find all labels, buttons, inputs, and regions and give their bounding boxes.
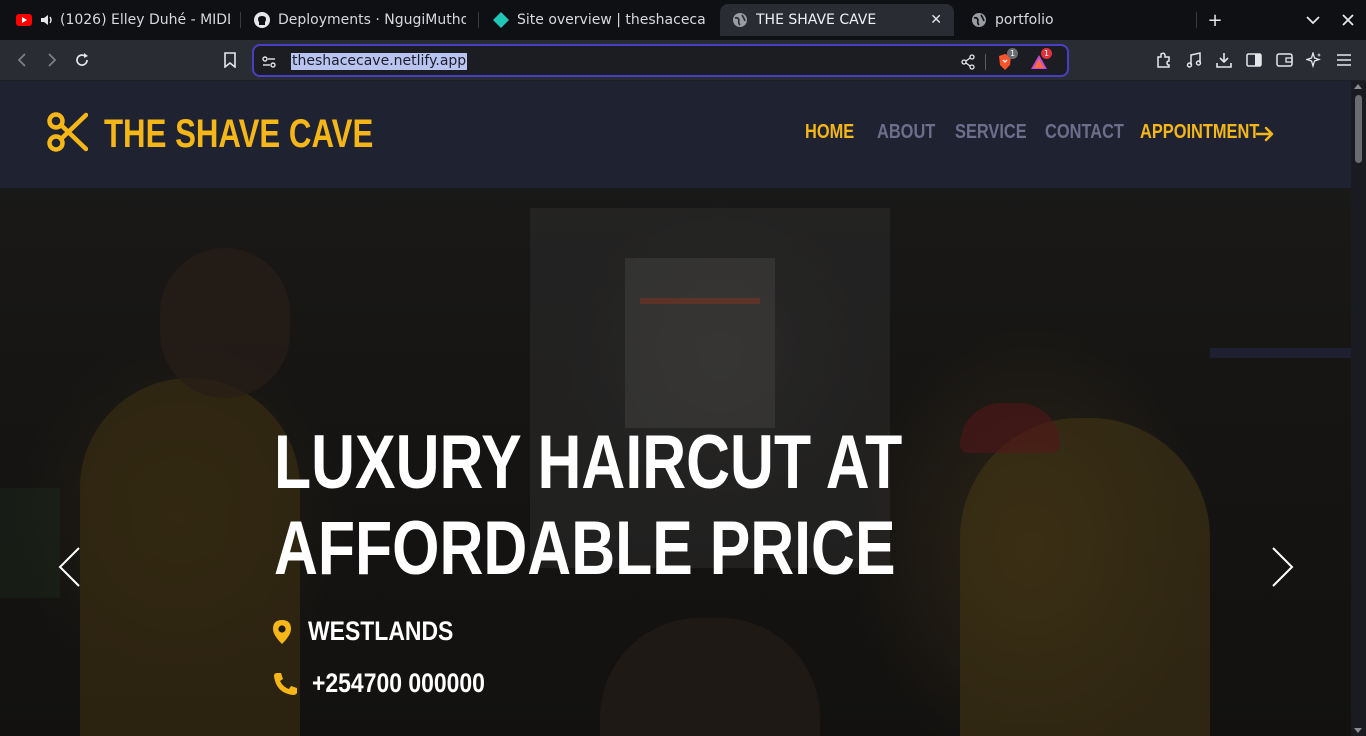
nav-service[interactable]: SERVICE — [955, 121, 1027, 144]
phone-row: +254700 000000 — [272, 668, 515, 699]
tab-the-shave-cave[interactable]: THE SHAVE CAVE ✕ — [720, 4, 954, 36]
hero-headline-line1: LUXURY HAIRCUT AT — [274, 420, 903, 505]
extensions-icon[interactable] — [1152, 48, 1176, 72]
site-settings-icon[interactable] — [260, 53, 278, 71]
nav-appointment[interactable]: APPOINTMENT — [1140, 121, 1259, 144]
address-bar[interactable]: theshacecave.netlify.app 1 1 — [252, 44, 1069, 77]
nav-about[interactable]: ABOUT — [877, 121, 935, 144]
location-row: WESTLANDS — [272, 616, 479, 647]
chevron-left-icon — [57, 546, 81, 592]
menu-hamburger-icon[interactable] — [1332, 48, 1356, 72]
phone-text: +254700 000000 — [312, 668, 485, 698]
hero-headline-line2: AFFORDABLE PRICE — [274, 506, 896, 591]
rewards-count-badge: 1 — [1041, 48, 1052, 59]
scrollbar-thumb[interactable] — [1355, 95, 1362, 163]
tab-label: (1026) Elley Duhé - MIDD — [60, 12, 230, 28]
new-tab-button[interactable]: + — [1203, 8, 1227, 32]
wallet-icon[interactable] — [1272, 48, 1296, 72]
tab-label: Site overview | theshacecave — [517, 12, 705, 28]
main-nav: HOME ABOUT SERVICE CONTACT APPOINTMENT — [0, 121, 1351, 151]
close-window-icon[interactable] — [1336, 8, 1360, 32]
nav-home[interactable]: HOME — [805, 121, 854, 144]
reload-icon[interactable] — [70, 48, 94, 72]
tab-netlify[interactable]: Site overview | theshacecave — [481, 4, 717, 36]
tab-strip: (1026) Elley Duhé - MIDD Deployments · N… — [0, 0, 1366, 40]
github-icon — [254, 12, 270, 28]
site-navbar: THE SHAVE CAVE HOME ABOUT SERVICE CONTAC… — [0, 81, 1351, 188]
arrow-right-icon[interactable] — [1255, 126, 1274, 146]
web-page: THE SHAVE CAVE HOME ABOUT SERVICE CONTAC… — [0, 81, 1351, 736]
scroll-down-icon[interactable] — [1354, 728, 1362, 733]
tab-github[interactable]: Deployments · NgugiMuthon — [242, 4, 478, 36]
shields-count-badge: 1 — [1007, 48, 1018, 59]
media-music-icon[interactable] — [1182, 48, 1206, 72]
nav-contact[interactable]: CONTACT — [1045, 121, 1124, 144]
back-icon[interactable] — [10, 48, 34, 72]
browser-toolbar: theshacecave.netlify.app 1 1 — [0, 40, 1366, 81]
tab-search-chevron-icon[interactable] — [1301, 8, 1325, 32]
share-icon[interactable] — [959, 53, 977, 71]
chevron-right-icon — [1271, 546, 1295, 592]
netlify-icon — [493, 12, 509, 28]
carousel-next-button[interactable] — [1268, 546, 1298, 592]
download-icon[interactable] — [1212, 48, 1236, 72]
leo-ai-icon[interactable] — [1302, 48, 1326, 72]
url-text[interactable]: theshacecave.netlify.app — [291, 53, 468, 70]
scroll-up-icon[interactable] — [1354, 84, 1362, 89]
globe-icon — [732, 12, 748, 28]
sidebar-toggle-icon[interactable] — [1242, 48, 1266, 72]
youtube-icon — [16, 12, 32, 28]
forward-icon[interactable] — [40, 48, 64, 72]
hero-carousel: LUXURY HAIRCUT AT AFFORDABLE PRICE WESTL… — [0, 188, 1351, 736]
speaker-icon[interactable] — [40, 12, 54, 28]
location-text: WESTLANDS — [308, 616, 454, 646]
page-scrollbar[interactable] — [1351, 81, 1366, 736]
tab-label: THE SHAVE CAVE — [756, 12, 877, 28]
map-pin-icon — [272, 619, 294, 645]
globe-icon — [971, 12, 987, 28]
bookmark-icon[interactable] — [218, 48, 242, 72]
phone-icon — [272, 672, 298, 696]
carousel-prev-button[interactable] — [54, 546, 84, 592]
tab-youtube[interactable]: (1026) Elley Duhé - MIDD — [4, 4, 242, 36]
tab-portfolio[interactable]: portfolio — [959, 4, 1195, 36]
close-tab-icon[interactable]: ✕ — [922, 12, 942, 28]
hero-headline: LUXURY HAIRCUT AT AFFORDABLE PRICE — [274, 420, 902, 592]
tab-label: portfolio — [995, 12, 1054, 28]
tab-label: Deployments · NgugiMuthon — [278, 12, 466, 28]
